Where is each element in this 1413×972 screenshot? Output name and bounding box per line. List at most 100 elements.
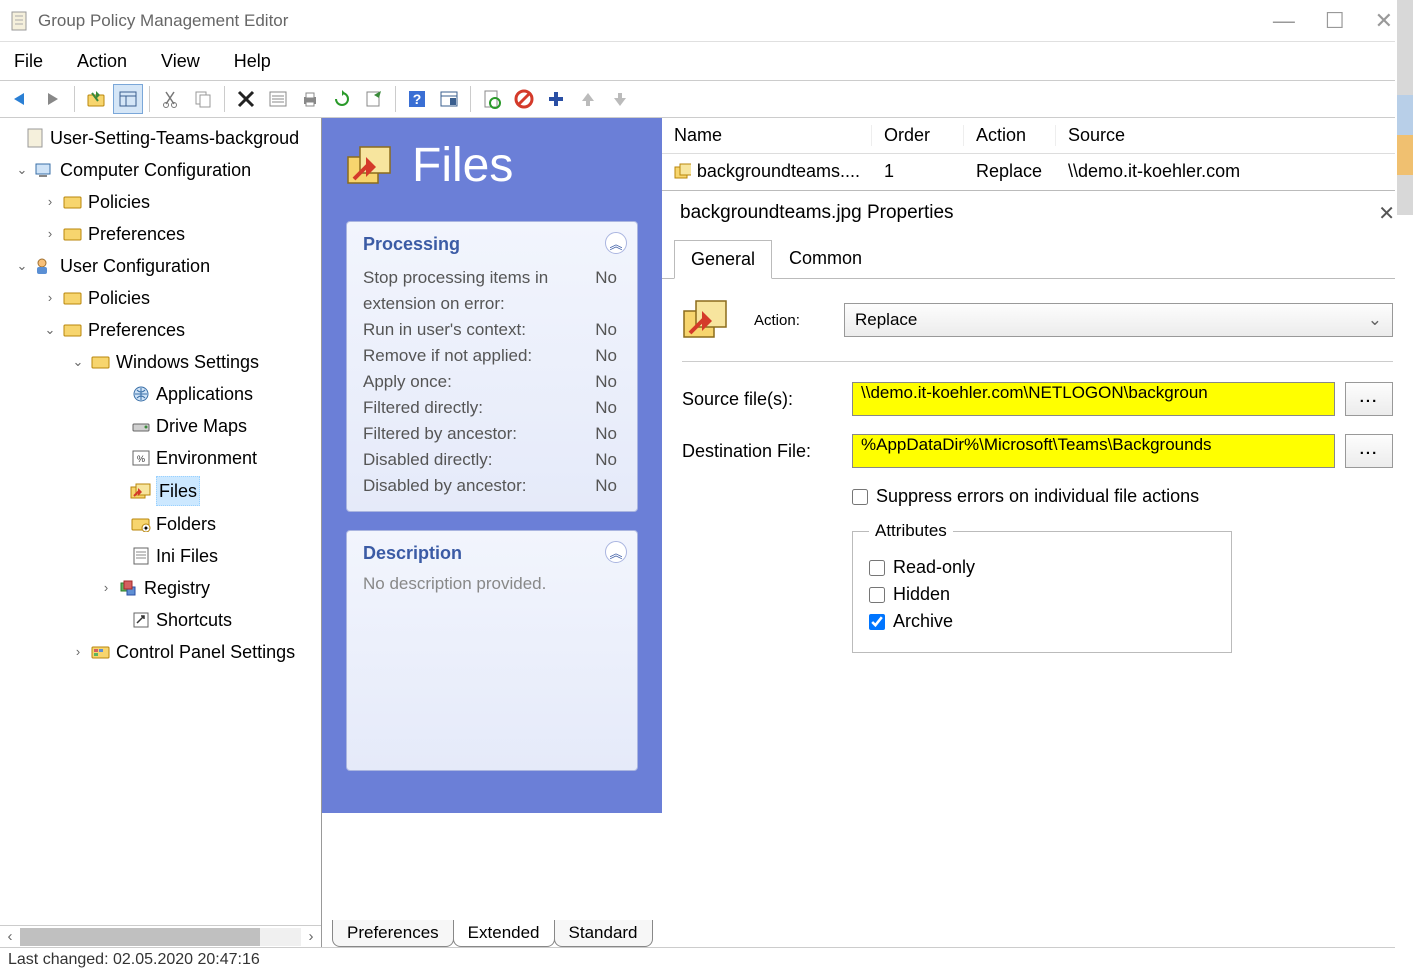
- chevron-down-icon[interactable]: ⌄: [42, 316, 58, 344]
- tree-registry[interactable]: › Registry: [0, 572, 321, 604]
- chevron-down-icon[interactable]: ⌄: [70, 348, 86, 376]
- processing-header: Processing: [363, 234, 621, 255]
- tree-drive-maps[interactable]: Drive Maps: [0, 410, 321, 442]
- action-select[interactable]: Replace ⌄: [844, 303, 1393, 337]
- tree-root[interactable]: User-Setting-Teams-backgroud: [0, 122, 321, 154]
- stop-button[interactable]: [509, 84, 539, 114]
- view-tabs: Preferences Extended Standard: [332, 917, 652, 947]
- options-button[interactable]: [434, 84, 464, 114]
- menu-help[interactable]: Help: [228, 47, 277, 76]
- tree-environment[interactable]: % Environment: [0, 442, 321, 474]
- collapse-icon[interactable]: ︽: [605, 541, 627, 563]
- move-up-button[interactable]: [573, 84, 603, 114]
- source-file-input[interactable]: \\demo.it-koehler.com\NETLOGON\backgroun: [852, 382, 1335, 416]
- archive-checkbox[interactable]: [869, 614, 885, 630]
- list-header: Name Order Action Source: [662, 118, 1413, 154]
- nav-tree: User-Setting-Teams-backgroud ⌄ Computer …: [0, 118, 322, 947]
- back-button[interactable]: [6, 84, 36, 114]
- export-button[interactable]: [359, 84, 389, 114]
- list-item[interactable]: backgroundteams.... 1 Replace \\demo.it-…: [662, 154, 1413, 188]
- move-down-button[interactable]: [605, 84, 635, 114]
- cropped-context: [1395, 0, 1413, 972]
- tab-extended[interactable]: Extended: [453, 920, 555, 947]
- svg-text:?: ?: [413, 91, 422, 107]
- col-source[interactable]: Source: [1056, 125, 1413, 146]
- tree-uc-policies[interactable]: › Policies: [0, 282, 321, 314]
- add-button[interactable]: [541, 84, 571, 114]
- title-bar: Group Policy Management Editor — ☐ ✕: [0, 0, 1413, 42]
- chevron-right-icon[interactable]: ›: [42, 188, 58, 216]
- chevron-right-icon[interactable]: ›: [70, 638, 86, 666]
- tree-horizontal-scrollbar[interactable]: ‹ ›: [0, 925, 321, 947]
- menu-view[interactable]: View: [155, 47, 206, 76]
- tree-cc-preferences[interactable]: › Preferences: [0, 218, 321, 250]
- chevron-down-icon[interactable]: ⌄: [14, 252, 30, 280]
- menu-action[interactable]: Action: [71, 47, 133, 76]
- window-title: Group Policy Management Editor: [38, 11, 1273, 31]
- tree-cc-policies[interactable]: › Policies: [0, 186, 321, 218]
- suppress-errors-checkbox[interactable]: [852, 489, 868, 505]
- copy-button[interactable]: [188, 84, 218, 114]
- chevron-right-icon[interactable]: ›: [42, 284, 58, 312]
- tree-control-panel[interactable]: › Control Panel Settings: [0, 636, 321, 668]
- dialog-close-button[interactable]: ✕: [1378, 201, 1395, 226]
- label-suppress: Suppress errors on individual file actio…: [876, 486, 1199, 507]
- tree-shortcuts[interactable]: Shortcuts: [0, 604, 321, 636]
- panel-title: Files: [412, 138, 513, 193]
- hidden-checkbox[interactable]: [869, 587, 885, 603]
- col-order[interactable]: Order: [872, 125, 964, 146]
- processing-box: Processing ︽ Stop processing items in ex…: [346, 221, 638, 512]
- tree-computer-config[interactable]: ⌄ Computer Configuration: [0, 154, 321, 186]
- collapse-icon[interactable]: ︽: [605, 232, 627, 254]
- tab-common[interactable]: Common: [772, 239, 879, 278]
- legend-attributes: Attributes: [869, 521, 953, 541]
- tree-ini-files[interactable]: Ini Files: [0, 540, 321, 572]
- forward-button[interactable]: [38, 84, 68, 114]
- label-destination: Destination File:: [682, 441, 852, 462]
- tab-preferences[interactable]: Preferences: [332, 920, 454, 947]
- browse-source-button[interactable]: ...: [1345, 382, 1393, 416]
- refresh-button[interactable]: [327, 84, 357, 114]
- tree-uc-preferences[interactable]: ⌄ Preferences: [0, 314, 321, 346]
- cut-button[interactable]: [156, 84, 186, 114]
- col-name[interactable]: Name: [662, 125, 872, 146]
- print-button[interactable]: [295, 84, 325, 114]
- tree-user-config[interactable]: ⌄ User Configuration: [0, 250, 321, 282]
- tree-applications[interactable]: Applications: [0, 378, 321, 410]
- toolbar: ?: [0, 80, 1413, 118]
- show-hide-tree-button[interactable]: [113, 84, 143, 114]
- minimize-button[interactable]: —: [1273, 10, 1295, 32]
- col-action[interactable]: Action: [964, 125, 1056, 146]
- help-button[interactable]: ?: [402, 84, 432, 114]
- attributes-fieldset: Attributes Read-only Hidden Archive: [852, 521, 1232, 653]
- label-action: Action:: [754, 312, 844, 329]
- doc-refresh-button[interactable]: [477, 84, 507, 114]
- file-item-icon: [674, 162, 691, 180]
- up-button[interactable]: [81, 84, 111, 114]
- label-source: Source file(s):: [682, 389, 852, 410]
- chevron-down-icon: ⌄: [1368, 310, 1382, 330]
- browse-destination-button[interactable]: ...: [1345, 434, 1393, 468]
- readonly-checkbox[interactable]: [869, 560, 885, 576]
- tree-folders[interactable]: ✦ Folders: [0, 508, 321, 540]
- close-button[interactable]: ✕: [1375, 10, 1393, 32]
- properties-dialog: backgroundteams.jpg Properties ✕ General…: [662, 190, 1413, 947]
- tab-standard[interactable]: Standard: [554, 920, 653, 947]
- status-text: Last changed: 02.05.2020 20:47:16: [8, 951, 260, 969]
- chevron-down-icon[interactable]: ⌄: [14, 156, 30, 184]
- properties-button[interactable]: [263, 84, 293, 114]
- menu-file[interactable]: File: [8, 47, 49, 76]
- destination-file-input[interactable]: %AppDataDir%\Microsoft\Teams\Backgrounds: [852, 434, 1335, 468]
- svg-text:✦: ✦: [143, 524, 150, 532]
- chevron-right-icon[interactable]: ›: [42, 220, 58, 248]
- tab-general[interactable]: General: [674, 240, 772, 279]
- delete-button[interactable]: [231, 84, 261, 114]
- status-bar: Last changed: 02.05.2020 20:47:16: [0, 947, 1413, 972]
- maximize-button[interactable]: ☐: [1325, 10, 1345, 32]
- tree-files[interactable]: Files: [0, 474, 321, 508]
- items-list: Name Order Action Source backgroundteams…: [662, 118, 1413, 188]
- chevron-right-icon[interactable]: ›: [98, 574, 114, 602]
- files-icon: [682, 297, 732, 343]
- app-icon: [10, 10, 28, 32]
- tree-windows-settings[interactable]: ⌄ Windows Settings: [0, 346, 321, 378]
